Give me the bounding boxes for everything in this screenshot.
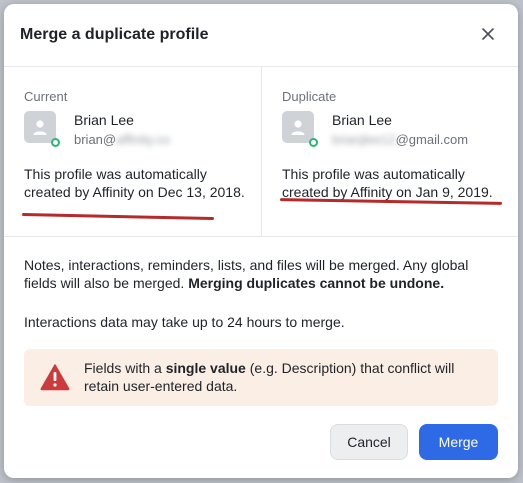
person-icon: [291, 120, 305, 135]
close-icon[interactable]: [476, 22, 500, 46]
merge-info-warning: Merging duplicates cannot be undone.: [188, 275, 445, 291]
duplicate-email: brianjlee12@gmail.com: [332, 132, 468, 147]
status-indicator: [51, 138, 60, 147]
warning-text-pre: Fields with a: [84, 360, 166, 376]
dialog-header: Merge a duplicate profile: [4, 4, 518, 66]
warning-text: Fields with a single value (e.g. Descrip…: [84, 359, 484, 395]
duplicate-email-visible: @gmail.com: [395, 132, 469, 147]
current-description: This profile was automatically created b…: [24, 166, 245, 200]
merge-dialog: Merge a duplicate profile Current Brian …: [4, 4, 518, 478]
interactions-info-text: Interactions data may take up to 24 hour…: [24, 314, 345, 330]
avatar: [282, 111, 318, 147]
dialog-title: Merge a duplicate profile: [20, 26, 209, 43]
merge-button[interactable]: Merge: [419, 424, 498, 460]
warning-text-strong: single value: [165, 360, 246, 376]
current-label: Current: [24, 89, 68, 104]
current-email-visible: brian@: [74, 132, 117, 147]
duplicate-profile-panel: Duplicate Brian Lee brianjlee12@gmail.co…: [282, 67, 518, 236]
duplicate-description: This profile was automatically created b…: [282, 166, 493, 200]
status-indicator: [309, 138, 318, 147]
merge-info-text: Notes, interactions, reminders, lists, a…: [24, 256, 494, 292]
person-icon: [33, 120, 47, 135]
current-name: Brian Lee: [74, 112, 134, 128]
duplicate-label: Duplicate: [282, 89, 337, 104]
avatar: [24, 111, 60, 147]
current-email: brian@affinity.co: [74, 132, 170, 147]
duplicate-email-blurred: brianjlee12: [332, 132, 396, 147]
current-profile-panel: Current Brian Lee brian@affinity.co This…: [24, 67, 260, 236]
cancel-button[interactable]: Cancel: [330, 424, 408, 460]
warning-icon: [40, 364, 70, 391]
current-email-blurred: affinity.co: [116, 132, 170, 147]
column-divider: [261, 67, 262, 236]
divider: [4, 236, 518, 237]
duplicate-name: Brian Lee: [332, 112, 392, 128]
warning-banner: Fields with a single value (e.g. Descrip…: [24, 349, 498, 406]
